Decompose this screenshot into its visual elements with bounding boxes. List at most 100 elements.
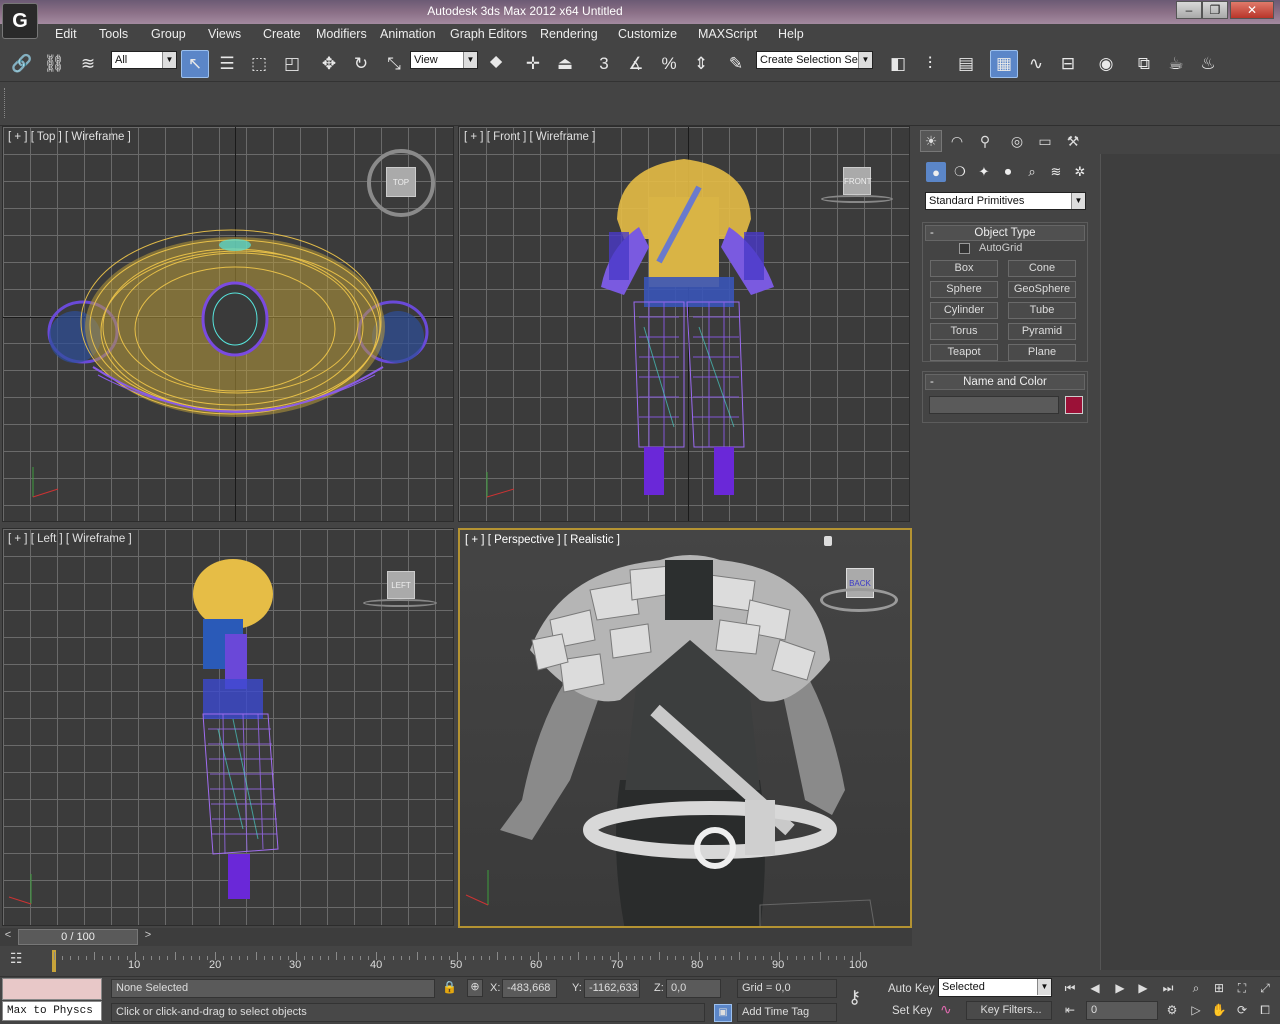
- align-icon[interactable]: ⫶: [916, 50, 944, 78]
- viewcube-front[interactable]: FRONT: [843, 167, 872, 195]
- viewcube-ring[interactable]: [821, 195, 893, 203]
- space-warps-icon[interactable]: ≋: [1046, 162, 1066, 182]
- absolute-mode-icon[interactable]: ⊕: [467, 979, 483, 997]
- utilities-tab-icon[interactable]: ⚒: [1062, 130, 1084, 152]
- menu-help[interactable]: Help: [778, 27, 804, 41]
- primitive-category-dropdown[interactable]: Standard Primitives ▼: [925, 192, 1086, 210]
- reference-coordinate-dropdown[interactable]: View ▼: [410, 51, 478, 69]
- motion-tab-icon[interactable]: ◎: [1006, 130, 1028, 152]
- angle-snap-icon[interactable]: ∡: [622, 50, 650, 78]
- key-mode-dropdown[interactable]: Selected ▼: [938, 978, 1052, 997]
- layer-manager-icon[interactable]: ▤: [952, 50, 980, 78]
- modify-tab-icon[interactable]: ◠: [946, 130, 968, 152]
- create-tab-icon[interactable]: ☀: [920, 130, 942, 152]
- lights-icon[interactable]: ✦: [974, 162, 994, 182]
- set-key-icon[interactable]: ⚷: [848, 987, 861, 1008]
- time-prev-icon[interactable]: <: [2, 929, 14, 945]
- spinner-snap-icon[interactable]: ⇕: [687, 50, 715, 78]
- minimize-button[interactable]: –: [1176, 1, 1202, 19]
- previous-frame-icon[interactable]: ◀: [1085, 979, 1105, 997]
- go-to-start-icon[interactable]: ⏮: [1060, 979, 1080, 997]
- link-icon[interactable]: 🔗: [8, 50, 36, 78]
- zoom-extents-all-icon[interactable]: ⤢: [1255, 979, 1275, 997]
- mini-curve-editor-icon[interactable]: ☷: [10, 950, 34, 972]
- autogrid-checkbox[interactable]: [959, 243, 970, 254]
- zoom-icon[interactable]: ⌕: [1186, 979, 1206, 997]
- menu-edit[interactable]: Edit: [55, 27, 77, 41]
- teapot-button[interactable]: Teapot: [930, 344, 998, 361]
- window-crossing-icon[interactable]: ◰: [278, 50, 306, 78]
- select-object-icon[interactable]: ↖: [181, 50, 209, 78]
- plane-button[interactable]: Plane: [1008, 344, 1076, 361]
- shapes-icon[interactable]: ❍: [950, 162, 970, 182]
- graphite-ribbon-icon[interactable]: ▦: [990, 50, 1018, 78]
- selection-filter-dropdown[interactable]: All ▼: [111, 51, 177, 69]
- zoom-extents-icon[interactable]: ⛶: [1232, 979, 1252, 997]
- select-by-name-icon[interactable]: ☰: [213, 50, 241, 78]
- menu-rendering[interactable]: Rendering: [540, 27, 598, 41]
- mirror-icon[interactable]: ◧: [884, 50, 912, 78]
- cameras-icon[interactable]: ⏺: [998, 162, 1018, 182]
- render-setup-icon[interactable]: ⧉: [1130, 50, 1158, 78]
- z-coordinate-field[interactable]: 0,0: [666, 979, 721, 998]
- box-button[interactable]: Box: [930, 260, 998, 277]
- named-selection-sets-dropdown[interactable]: Create Selection Se ▼: [756, 51, 873, 69]
- sphere-button[interactable]: Sphere: [930, 281, 998, 298]
- orbit-icon[interactable]: ⟳: [1232, 1001, 1252, 1019]
- viewport-label-left[interactable]: [ + ] [ Left ] [ Wireframe ]: [8, 533, 132, 545]
- name-color-header[interactable]: - Name and Color: [925, 374, 1085, 390]
- viewcube-ring[interactable]: [820, 588, 898, 612]
- tube-button[interactable]: Tube: [1008, 302, 1076, 319]
- set-key-button[interactable]: Set Key: [892, 1005, 932, 1017]
- cylinder-button[interactable]: Cylinder: [930, 302, 998, 319]
- material-editor-icon[interactable]: ◉: [1092, 50, 1120, 78]
- maximize-viewport-icon[interactable]: ⧠: [1255, 1001, 1275, 1019]
- time-tag-icon[interactable]: ▣: [714, 1004, 732, 1022]
- viewport-left[interactable]: [ + ] [ Left ] [ Wireframe ] LEFT: [2, 528, 454, 926]
- track-bar[interactable]: ☷ 10 20 30 40 50 60 70 80 90 100: [0, 946, 912, 976]
- viewport-top[interactable]: [ + ] [ Top ] [ Wireframe ] TOP: [2, 126, 454, 522]
- ribbon-grip[interactable]: [4, 88, 6, 118]
- helpers-icon[interactable]: ⌕: [1022, 162, 1042, 182]
- go-to-end-icon[interactable]: ⏭: [1158, 979, 1178, 997]
- systems-icon[interactable]: ✲: [1070, 162, 1090, 182]
- restore-button[interactable]: ❐: [1202, 1, 1228, 19]
- display-tab-icon[interactable]: ▭: [1034, 130, 1056, 152]
- pyramid-button[interactable]: Pyramid: [1008, 323, 1076, 340]
- menu-group[interactable]: Group: [151, 27, 186, 41]
- menu-tools[interactable]: Tools: [99, 27, 128, 41]
- cone-button[interactable]: Cone: [1008, 260, 1076, 277]
- menu-modifiers[interactable]: Modifiers: [316, 27, 367, 41]
- curve-editor-icon[interactable]: ∿: [1022, 50, 1050, 78]
- viewport-label-front[interactable]: [ + ] [ Front ] [ Wireframe ]: [464, 131, 595, 143]
- pan-view-icon[interactable]: ✋: [1209, 1001, 1229, 1019]
- field-of-view-icon[interactable]: ▷: [1186, 1001, 1206, 1019]
- viewcube-left[interactable]: LEFT: [387, 571, 415, 599]
- rectangular-selection-icon[interactable]: ⬚: [245, 50, 273, 78]
- key-mode-toggle-icon[interactable]: ⇤: [1060, 1001, 1080, 1019]
- select-rotate-icon[interactable]: ↻: [347, 50, 375, 78]
- geosphere-button[interactable]: GeoSphere: [1008, 281, 1076, 298]
- time-next-icon[interactable]: >: [142, 929, 154, 945]
- key-filters-button[interactable]: Key Filters...: [966, 1001, 1052, 1020]
- hierarchy-tab-icon[interactable]: ⚲: [974, 130, 996, 152]
- edit-named-selection-icon[interactable]: ✎: [722, 50, 750, 78]
- geometry-icon[interactable]: ●: [926, 162, 946, 182]
- object-name-input[interactable]: [929, 396, 1059, 414]
- zoom-all-icon[interactable]: ⊞: [1209, 979, 1229, 997]
- menu-animation[interactable]: Animation: [380, 27, 436, 41]
- key-tangent-icon[interactable]: ∿: [940, 1001, 964, 1021]
- x-coordinate-field[interactable]: -483,668: [502, 979, 557, 998]
- viewport-label-top[interactable]: [ + ] [ Top ] [ Wireframe ]: [8, 131, 131, 143]
- time-slider-thumb[interactable]: 0 / 100: [18, 929, 138, 945]
- percent-snap-icon[interactable]: %: [655, 50, 683, 78]
- viewcube-ring[interactable]: [363, 599, 437, 607]
- render-production-icon[interactable]: ♨: [1194, 50, 1222, 78]
- app-logo-icon[interactable]: G: [2, 3, 38, 39]
- add-time-tag-button[interactable]: Add Time Tag: [737, 1003, 837, 1022]
- select-move-icon[interactable]: ✥: [315, 50, 343, 78]
- play-icon[interactable]: ▶: [1110, 979, 1130, 997]
- schematic-view-icon[interactable]: ⊟: [1054, 50, 1082, 78]
- viewport-label-perspective[interactable]: [ + ] [ Perspective ] [ Realistic ]: [465, 534, 620, 546]
- viewport-front[interactable]: [ + ] [ Front ] [ Wireframe ] FRONT: [458, 126, 910, 522]
